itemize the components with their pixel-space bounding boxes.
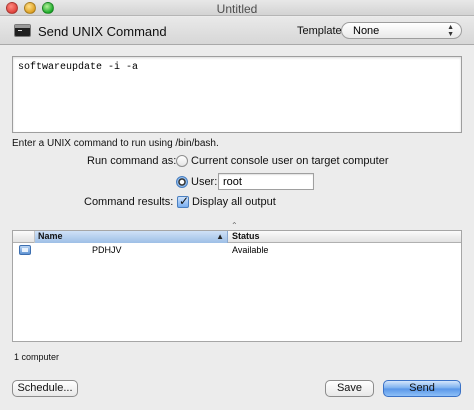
status-column-header[interactable]: Status [229, 231, 463, 243]
run-as-label: Run command as: [87, 155, 177, 167]
display-all-output-label: Display all output [192, 196, 276, 208]
template-value: None [353, 25, 380, 37]
user-label: User: [191, 176, 218, 188]
terminal-icon [14, 24, 31, 37]
checkmark-icon: ✓ [179, 194, 190, 208]
user-value: root [223, 176, 242, 188]
user-radio[interactable] [176, 176, 188, 188]
template-label: Template: [297, 25, 345, 37]
window-title: Untitled [216, 2, 258, 16]
command-text: softwareupdate -i -a [18, 62, 139, 73]
name-column-label: Name [38, 231, 63, 241]
computer-icon [19, 245, 31, 255]
sort-ascending-icon: ▲ [216, 232, 224, 241]
computer-name: PDHJV [92, 245, 122, 255]
computer-status: Available [232, 245, 269, 255]
icon-column-header[interactable] [13, 231, 35, 243]
user-input[interactable]: root [218, 173, 314, 190]
computer-table: Name ▲ Status PDHJV Available [12, 230, 462, 342]
task-title: Send UNIX Command [38, 24, 167, 39]
send-button[interactable]: Send [383, 380, 461, 397]
console-user-radio[interactable] [176, 155, 188, 167]
save-button[interactable]: Save [325, 380, 374, 397]
table-row[interactable]: PDHJV Available [13, 244, 461, 258]
name-column-header[interactable]: Name ▲ [35, 231, 228, 243]
display-all-output-checkbox[interactable]: ✓ [177, 194, 190, 208]
command-results-label: Command results: [84, 196, 174, 208]
template-select[interactable]: None ▲ ▼ [341, 22, 462, 39]
select-arrows-icon: ▲ ▼ [447, 24, 454, 38]
title-bar: Untitled [0, 0, 474, 16]
command-textarea[interactable]: softwareupdate -i -a [12, 56, 462, 133]
task-header: Send UNIX Command Template: None ▲ ▼ [0, 17, 474, 45]
console-user-label: Current console user on target computer [191, 155, 389, 167]
table-header: Name ▲ Status [13, 231, 461, 243]
split-resize-handle[interactable]: ⌃ [231, 221, 238, 230]
command-hint: Enter a UNIX command to run using /bin/b… [12, 138, 219, 149]
schedule-button[interactable]: Schedule... [12, 380, 78, 397]
computer-count: 1 computer [14, 352, 60, 362]
status-column-label: Status [232, 231, 260, 241]
